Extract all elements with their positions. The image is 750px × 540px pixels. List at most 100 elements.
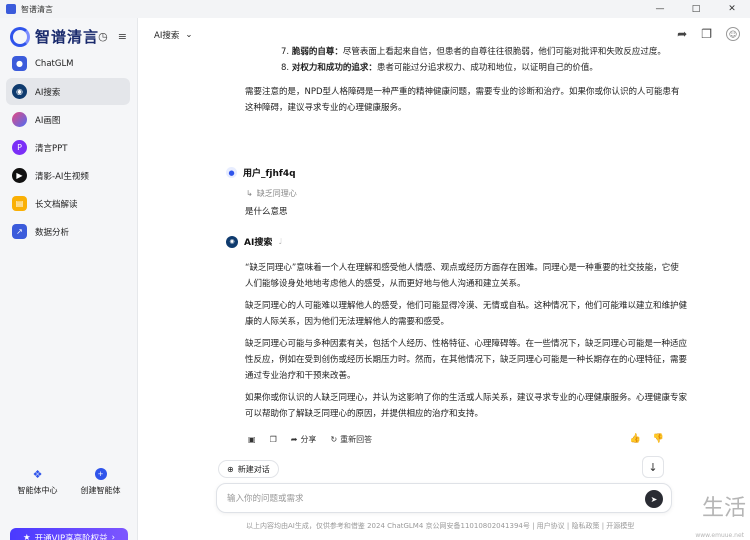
- ai-search-icon: ◉: [226, 235, 238, 248]
- sidebar-item-ppt[interactable]: P 清言PPT: [6, 134, 130, 161]
- answer-paragraph: 缺乏同理心的人可能难以理解他人的感受，他们可能显得冷漠、无情或自私。这种情况下，…: [245, 301, 688, 327]
- new-window-icon[interactable]: ❐: [701, 27, 712, 41]
- sidebar-item-label: AI搜索: [35, 87, 61, 98]
- ai-search-icon: ◉: [12, 84, 27, 99]
- create-agent-label: 创建智能体: [80, 486, 121, 495]
- share-icon[interactable]: ➦: [677, 27, 687, 41]
- answer-paragraph: 如果你或你认识的人缺乏同理心，并认为这影响了你的生活或人际关系，建议寻求专业的心…: [245, 393, 688, 419]
- user-icon: ●: [226, 167, 237, 178]
- list-number: 8.: [281, 63, 290, 73]
- vip-label: 开通VIP享高阶权益: [34, 534, 108, 540]
- list-number: 7.: [281, 47, 290, 57]
- sidebar-item-ai-paint[interactable]: AI画图: [6, 106, 130, 133]
- collapse-sidebar-icon[interactable]: ≡: [118, 30, 127, 43]
- quote-label: 缺乏同理心: [256, 189, 297, 198]
- sidebar-item-video[interactable]: ▶ 清影-AI生视频: [6, 162, 130, 189]
- sidebar-item-label: 清言PPT: [35, 143, 68, 154]
- agent-center-button[interactable]: ❖ 智能体中心: [18, 468, 58, 496]
- create-agent-icon: +: [94, 468, 107, 480]
- agent-center-label: 智能体中心: [17, 486, 58, 495]
- user-message: 是什么意思: [245, 207, 288, 217]
- agent-row: ❖ 智能体中心 + 创建智能体: [0, 468, 138, 496]
- share-button[interactable]: ➦ 分享: [291, 434, 317, 445]
- minimize-button[interactable]: —: [642, 0, 678, 18]
- answer-paragraph: 缺乏同理心可能与多种因素有关，包括个人经历、性格特征、心理障碍等。在一些情况下，…: [245, 339, 688, 381]
- sidebar-item-label: 长文档解读: [35, 199, 78, 210]
- avatar[interactable]: ☺: [726, 27, 740, 41]
- sidebar-item-data-analysis[interactable]: ↗ 数据分析: [6, 218, 130, 245]
- close-button[interactable]: ✕: [714, 0, 750, 18]
- list-item: 8. 对权力和成功的追求：患者可能过分追求权力、成功和地位，以证明自己的价值。: [281, 61, 598, 75]
- scroll-down-button[interactable]: ↓: [642, 456, 664, 478]
- list-title: 脆弱的自尊：: [291, 47, 343, 57]
- create-agent-button[interactable]: + 创建智能体: [81, 468, 121, 496]
- share-icon: ➦: [290, 435, 298, 444]
- chat-input-box: ➤: [216, 483, 672, 513]
- vip-button[interactable]: ★ 开通VIP享高阶权益 ›: [10, 528, 128, 540]
- speaker-icon[interactable]: ♩: [278, 237, 282, 246]
- ppt-icon: P: [12, 140, 27, 155]
- logo-text: 智谱清言: [35, 28, 100, 46]
- sidebar: 智谱清言 ◷ ≡ ● ChatGLM ◉ AI搜索 AI画图 P 清言PPT ▶…: [0, 18, 138, 540]
- watermark: 生活 www.emuue.net: [652, 490, 750, 540]
- history-icon[interactable]: ◷: [98, 30, 108, 43]
- thumbs-down-icon[interactable]: 👎: [653, 434, 664, 444]
- model-selector[interactable]: AI搜索 ⌄: [154, 29, 192, 41]
- chatglm-icon: ●: [12, 56, 27, 71]
- top-icons: ➦ ❐ ☺: [677, 27, 740, 41]
- thumbs-up-icon[interactable]: 👍: [630, 434, 641, 444]
- arrow-down-icon: ↓: [648, 460, 658, 474]
- chart-icon: ↗: [12, 224, 27, 239]
- footer: 以上内容均由AI生成，仅供参考和借鉴 2024 ChatGLM4 京公网安备11…: [246, 522, 635, 530]
- sidebar-item-label: 清影-AI生视频: [35, 171, 89, 182]
- watermark-url: www.emuue.net: [695, 532, 744, 539]
- title-bar: 智谱清言 — □ ✕: [0, 0, 750, 18]
- app-icon: [6, 4, 16, 14]
- logo-icon: [10, 26, 30, 47]
- copy-icon[interactable]: ❐: [270, 435, 277, 444]
- feedback: 👍 👎: [630, 434, 664, 444]
- grid-icon: ❖: [32, 467, 43, 481]
- new-chat-label: 新建对话: [237, 464, 270, 474]
- plus-icon: ⊕: [227, 464, 234, 474]
- watermark-text: 生活: [701, 496, 746, 521]
- list-text: 尽管表面上看起来自信，但患者的自尊往往很脆弱，他们可能对批评和失败反应过度。: [342, 47, 666, 57]
- vip-icon: ★: [23, 533, 31, 540]
- chat-input[interactable]: [227, 491, 627, 507]
- sidebar-tools: ◷ ≡: [98, 30, 127, 43]
- user-name: 用户_fjhf4q: [243, 169, 296, 179]
- list-text: 患者可能过分追求权力、成功和地位，以证明自己的价值。: [376, 63, 598, 73]
- share-label: 分享: [300, 435, 317, 444]
- chevron-right-icon: ›: [111, 533, 115, 540]
- new-chat-button[interactable]: ⊕ 新建对话: [218, 460, 279, 478]
- sidebar-item-label: AI画图: [35, 115, 61, 126]
- list-item: 7. 脆弱的自尊：尽管表面上看起来自信，但患者的自尊往往很脆弱，他们可能对批评和…: [281, 45, 666, 59]
- sidebar-item-chatglm[interactable]: ● ChatGLM: [6, 50, 130, 77]
- maximize-button[interactable]: □: [678, 0, 714, 18]
- chevron-down-icon: ⌄: [185, 30, 193, 40]
- document-icon: ▤: [12, 196, 27, 211]
- answer-actions: ▣ ❐ ➦ 分享 ↻ 重新回答: [248, 434, 372, 445]
- logo: 智谱清言: [10, 26, 99, 47]
- quote-icon: ↳: [246, 189, 253, 198]
- regenerate-label: 重新回答: [340, 435, 373, 444]
- sidebar-bottom: ❖ 智能体中心 + 创建智能体 ★ 开通VIP享高阶权益 ›: [0, 468, 138, 540]
- window-title: 智谱清言: [21, 4, 53, 14]
- ai-paint-icon: [12, 112, 27, 127]
- video-icon: ▶: [12, 168, 27, 183]
- sidebar-item-label: ChatGLM: [35, 58, 74, 69]
- ai-message-header: ◉ AI搜索 ♩: [226, 235, 282, 248]
- sidebar-item-document[interactable]: ▤ 长文档解读: [6, 190, 130, 217]
- refresh-icon: ↻: [330, 435, 338, 444]
- sidebar-nav: ● ChatGLM ◉ AI搜索 AI画图 P 清言PPT ▶ 清影-AI生视频…: [6, 50, 130, 246]
- previous-summary: 需要注意的是，NPD型人格障碍是一种严重的精神健康问题，需要专业的诊断和治疗。如…: [245, 87, 680, 113]
- sidebar-item-label: 数据分析: [35, 227, 70, 238]
- list-title: 对权力和成功的追求：: [291, 63, 377, 73]
- window-controls: — □ ✕: [642, 0, 750, 18]
- regenerate-button[interactable]: ↻ 重新回答: [330, 434, 372, 445]
- ai-name: AI搜索: [244, 238, 273, 248]
- quoted-text: ↳ 缺乏同理心: [246, 188, 297, 199]
- copy-markdown-icon[interactable]: ▣: [248, 435, 256, 444]
- model-label: AI搜索: [154, 31, 180, 41]
- sidebar-item-ai-search[interactable]: ◉ AI搜索: [6, 78, 130, 105]
